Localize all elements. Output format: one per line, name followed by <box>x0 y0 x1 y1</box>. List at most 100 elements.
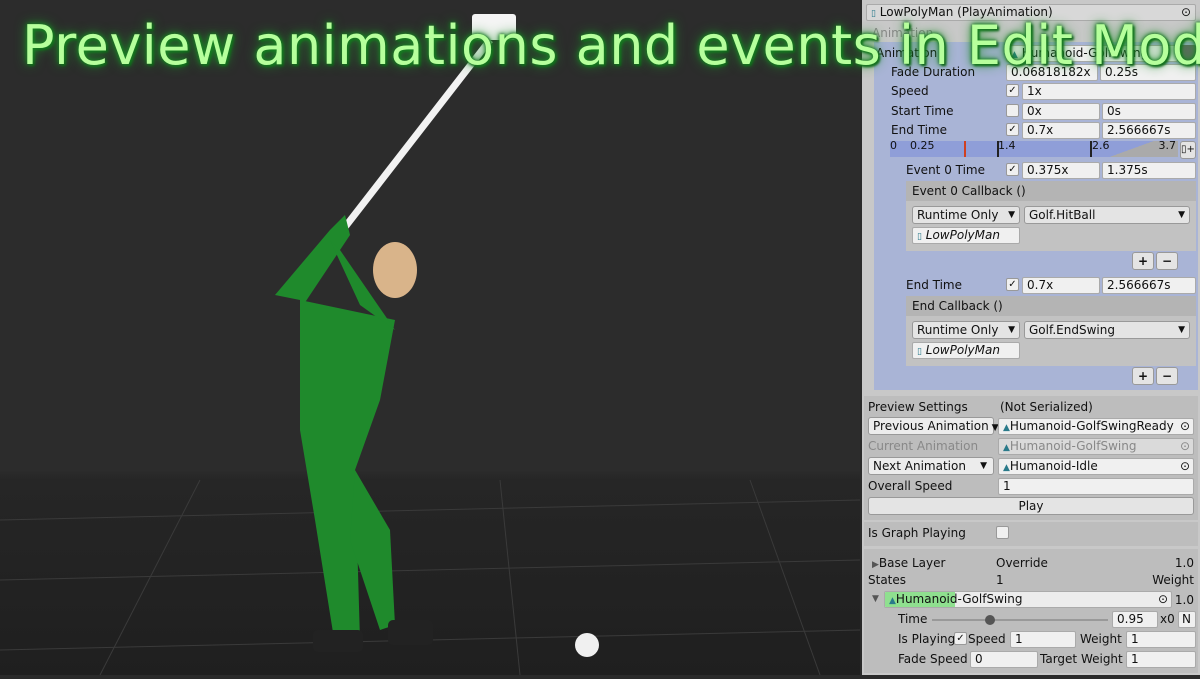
state-speed-field[interactable]: 1 <box>1010 631 1076 648</box>
scene-render <box>0 14 861 676</box>
animation-clip-icon: ▲ <box>1003 423 1010 433</box>
add-event-icon[interactable]: ▯+ <box>1180 141 1196 159</box>
end-event-normalized[interactable]: 0.7x <box>1022 277 1100 294</box>
remove-listener-button[interactable]: − <box>1156 252 1178 270</box>
end-time-checkbox[interactable]: ✓ <box>1006 123 1019 136</box>
tick-label: 3.7 <box>1158 139 1177 152</box>
playhead-marker[interactable] <box>964 141 966 157</box>
target-icon[interactable]: ⊙ <box>1180 419 1190 434</box>
preview-settings-label: Preview Settings <box>868 400 968 414</box>
remove-listener-button[interactable]: − <box>1156 367 1178 385</box>
dropdown-label: Next Animation <box>873 459 966 473</box>
layer-name: Base Layer <box>878 556 946 570</box>
fade-speed-field[interactable]: 0 <box>970 651 1038 668</box>
event0-callback-header: Event 0 Callback () <box>906 181 1196 201</box>
is-graph-playing-checkbox[interactable] <box>996 526 1009 539</box>
state-speed-label: Speed <box>968 632 1006 646</box>
target-icon[interactable]: ⊙ <box>1158 592 1168 607</box>
speed-field[interactable]: 1x <box>1022 83 1196 100</box>
state-weight-field[interactable]: 1 <box>1126 631 1196 648</box>
is-playing-label: Is Playing <box>898 632 956 646</box>
script-icon: ▯ <box>917 232 922 242</box>
event0-time-label: Event 0 Time <box>906 163 986 177</box>
inspector-panel: ▯ LowPolyMan (PlayAnimation) ⊙ Animation… <box>862 0 1200 675</box>
current-animation-field: ▲Humanoid-GolfSwing ⊙ <box>998 438 1194 455</box>
character <box>275 215 433 652</box>
previous-animation-field[interactable]: ▲Humanoid-GolfSwingReady ⊙ <box>998 418 1194 435</box>
chevron-down-icon: ▼ <box>1008 325 1015 335</box>
chevron-down-icon: ▼ <box>1178 210 1185 220</box>
play-button[interactable]: Play <box>868 497 1194 515</box>
time-field[interactable]: 0.95 <box>1112 611 1158 628</box>
end-time-normalized[interactable]: 0.7x <box>1022 122 1100 139</box>
tick-label: 1.4 <box>998 139 1016 152</box>
end-event-time-label: End Time <box>906 278 962 292</box>
speed-checkbox[interactable]: ✓ <box>1006 84 1019 97</box>
time-label: Time <box>898 612 928 626</box>
normalize-button[interactable]: N <box>1178 611 1196 628</box>
layer-weight: 1.0 <box>1174 556 1194 570</box>
state-field[interactable]: ▲Humanoid-GolfSwing ⊙ <box>884 591 1172 608</box>
overlay-title: Preview animations and events in Edit Mo… <box>22 14 1200 77</box>
states-count: 1 <box>996 573 1004 587</box>
time-slider-handle[interactable] <box>984 615 995 625</box>
is-playing-checkbox[interactable]: ✓ <box>954 632 967 645</box>
add-listener-button[interactable]: + <box>1132 367 1154 385</box>
ground-grid <box>0 479 861 676</box>
animation-clip-icon: ▲ <box>1003 463 1010 473</box>
overall-speed-field[interactable]: 1 <box>998 478 1194 495</box>
target-weight-field[interactable]: 1 <box>1126 651 1196 668</box>
fade-speed-label: Fade Speed <box>898 652 968 666</box>
end-event-checkbox[interactable]: ✓ <box>1006 278 1019 291</box>
collapse-arrow-icon[interactable]: ▼ <box>872 594 879 604</box>
script-icon: ▯ <box>917 347 922 357</box>
callback-title: End Callback () <box>912 299 1003 313</box>
end-target-field[interactable]: ▯ LowPolyMan <box>912 342 1020 359</box>
start-time-normalized[interactable]: 0x <box>1022 103 1100 120</box>
next-animation-field[interactable]: ▲Humanoid-Idle ⊙ <box>998 458 1194 475</box>
event0-mode-dropdown[interactable]: Runtime Only ▼ <box>912 206 1020 224</box>
add-listener-button[interactable]: + <box>1132 252 1154 270</box>
callback-title: Event 0 Callback () <box>912 184 1026 198</box>
target-icon[interactable]: ⊙ <box>1180 459 1190 474</box>
start-time-label: Start Time <box>891 104 954 118</box>
animation-clip-icon: ▲ <box>1003 443 1010 453</box>
current-animation-label: Current Animation <box>868 439 979 453</box>
is-graph-playing-label: Is Graph Playing <box>868 526 966 540</box>
end-event-seconds[interactable]: 2.566667s <box>1102 277 1196 294</box>
event0-time-normalized[interactable]: 0.375x <box>1022 162 1100 179</box>
chevron-down-icon: ▼ <box>1008 210 1015 220</box>
start-time-checkbox[interactable] <box>1006 104 1019 117</box>
base-layer-foldout[interactable]: ▶Base Layer <box>872 556 945 570</box>
speed-label: Speed <box>891 84 929 98</box>
end-time-seconds[interactable]: 2.566667s <box>1102 122 1196 139</box>
event0-target-field[interactable]: ▯ LowPolyMan <box>912 227 1020 244</box>
next-animation-dropdown[interactable]: Next Animation ▼ <box>868 457 994 475</box>
dropdown-label: Previous Animation <box>873 419 989 433</box>
end-function-dropdown[interactable]: Golf.EndSwing ▼ <box>1024 321 1190 339</box>
animation-clip-icon: ▲ <box>889 596 896 606</box>
mode-value: Runtime Only <box>917 208 999 222</box>
state-name: Humanoid-GolfSwing <box>895 592 1023 606</box>
expand-arrow-icon: ▶ <box>872 560 879 570</box>
target-value: LowPolyMan <box>925 343 1000 357</box>
not-serialized-note: (Not Serialized) <box>1000 400 1093 414</box>
target-value: LowPolyMan <box>925 228 1000 242</box>
previous-animation-dropdown[interactable]: Previous Animation ▼ <box>868 417 999 435</box>
mode-value: Runtime Only <box>917 323 999 337</box>
overall-speed-label: Overall Speed <box>868 479 953 493</box>
field-value: Humanoid-GolfSwing <box>1009 439 1137 453</box>
event0-time-checkbox[interactable]: ✓ <box>1006 163 1019 176</box>
start-time-seconds[interactable]: 0s <box>1102 103 1196 120</box>
event-timeline[interactable]: 0 0.25 1.4 2.6 3.7 <box>890 139 1178 157</box>
event0-function-dropdown[interactable]: Golf.HitBall ▼ <box>1024 206 1190 224</box>
weight-header: Weight <box>1152 573 1194 587</box>
end-mode-dropdown[interactable]: Runtime Only ▼ <box>912 321 1020 339</box>
scene-viewport[interactable] <box>0 0 861 676</box>
tick-label: 0 <box>890 139 897 152</box>
function-value: Golf.EndSwing <box>1029 323 1115 337</box>
target-weight-label: Target Weight <box>1040 652 1123 666</box>
time-slider[interactable] <box>932 615 1108 625</box>
state-weight: 1.0 <box>1174 593 1194 607</box>
event0-time-seconds[interactable]: 1.375s <box>1102 162 1196 179</box>
